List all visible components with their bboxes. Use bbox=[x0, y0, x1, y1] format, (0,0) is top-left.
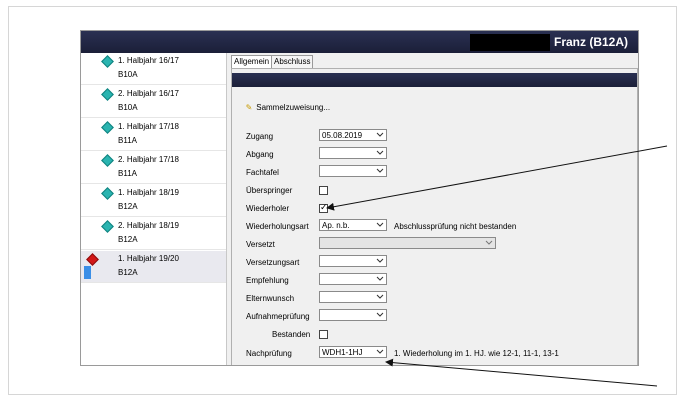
annotation-arrows bbox=[326, 145, 668, 387]
arrow-to-wiederholer bbox=[326, 145, 668, 211]
arrow-to-nachpruefung bbox=[385, 358, 658, 387]
